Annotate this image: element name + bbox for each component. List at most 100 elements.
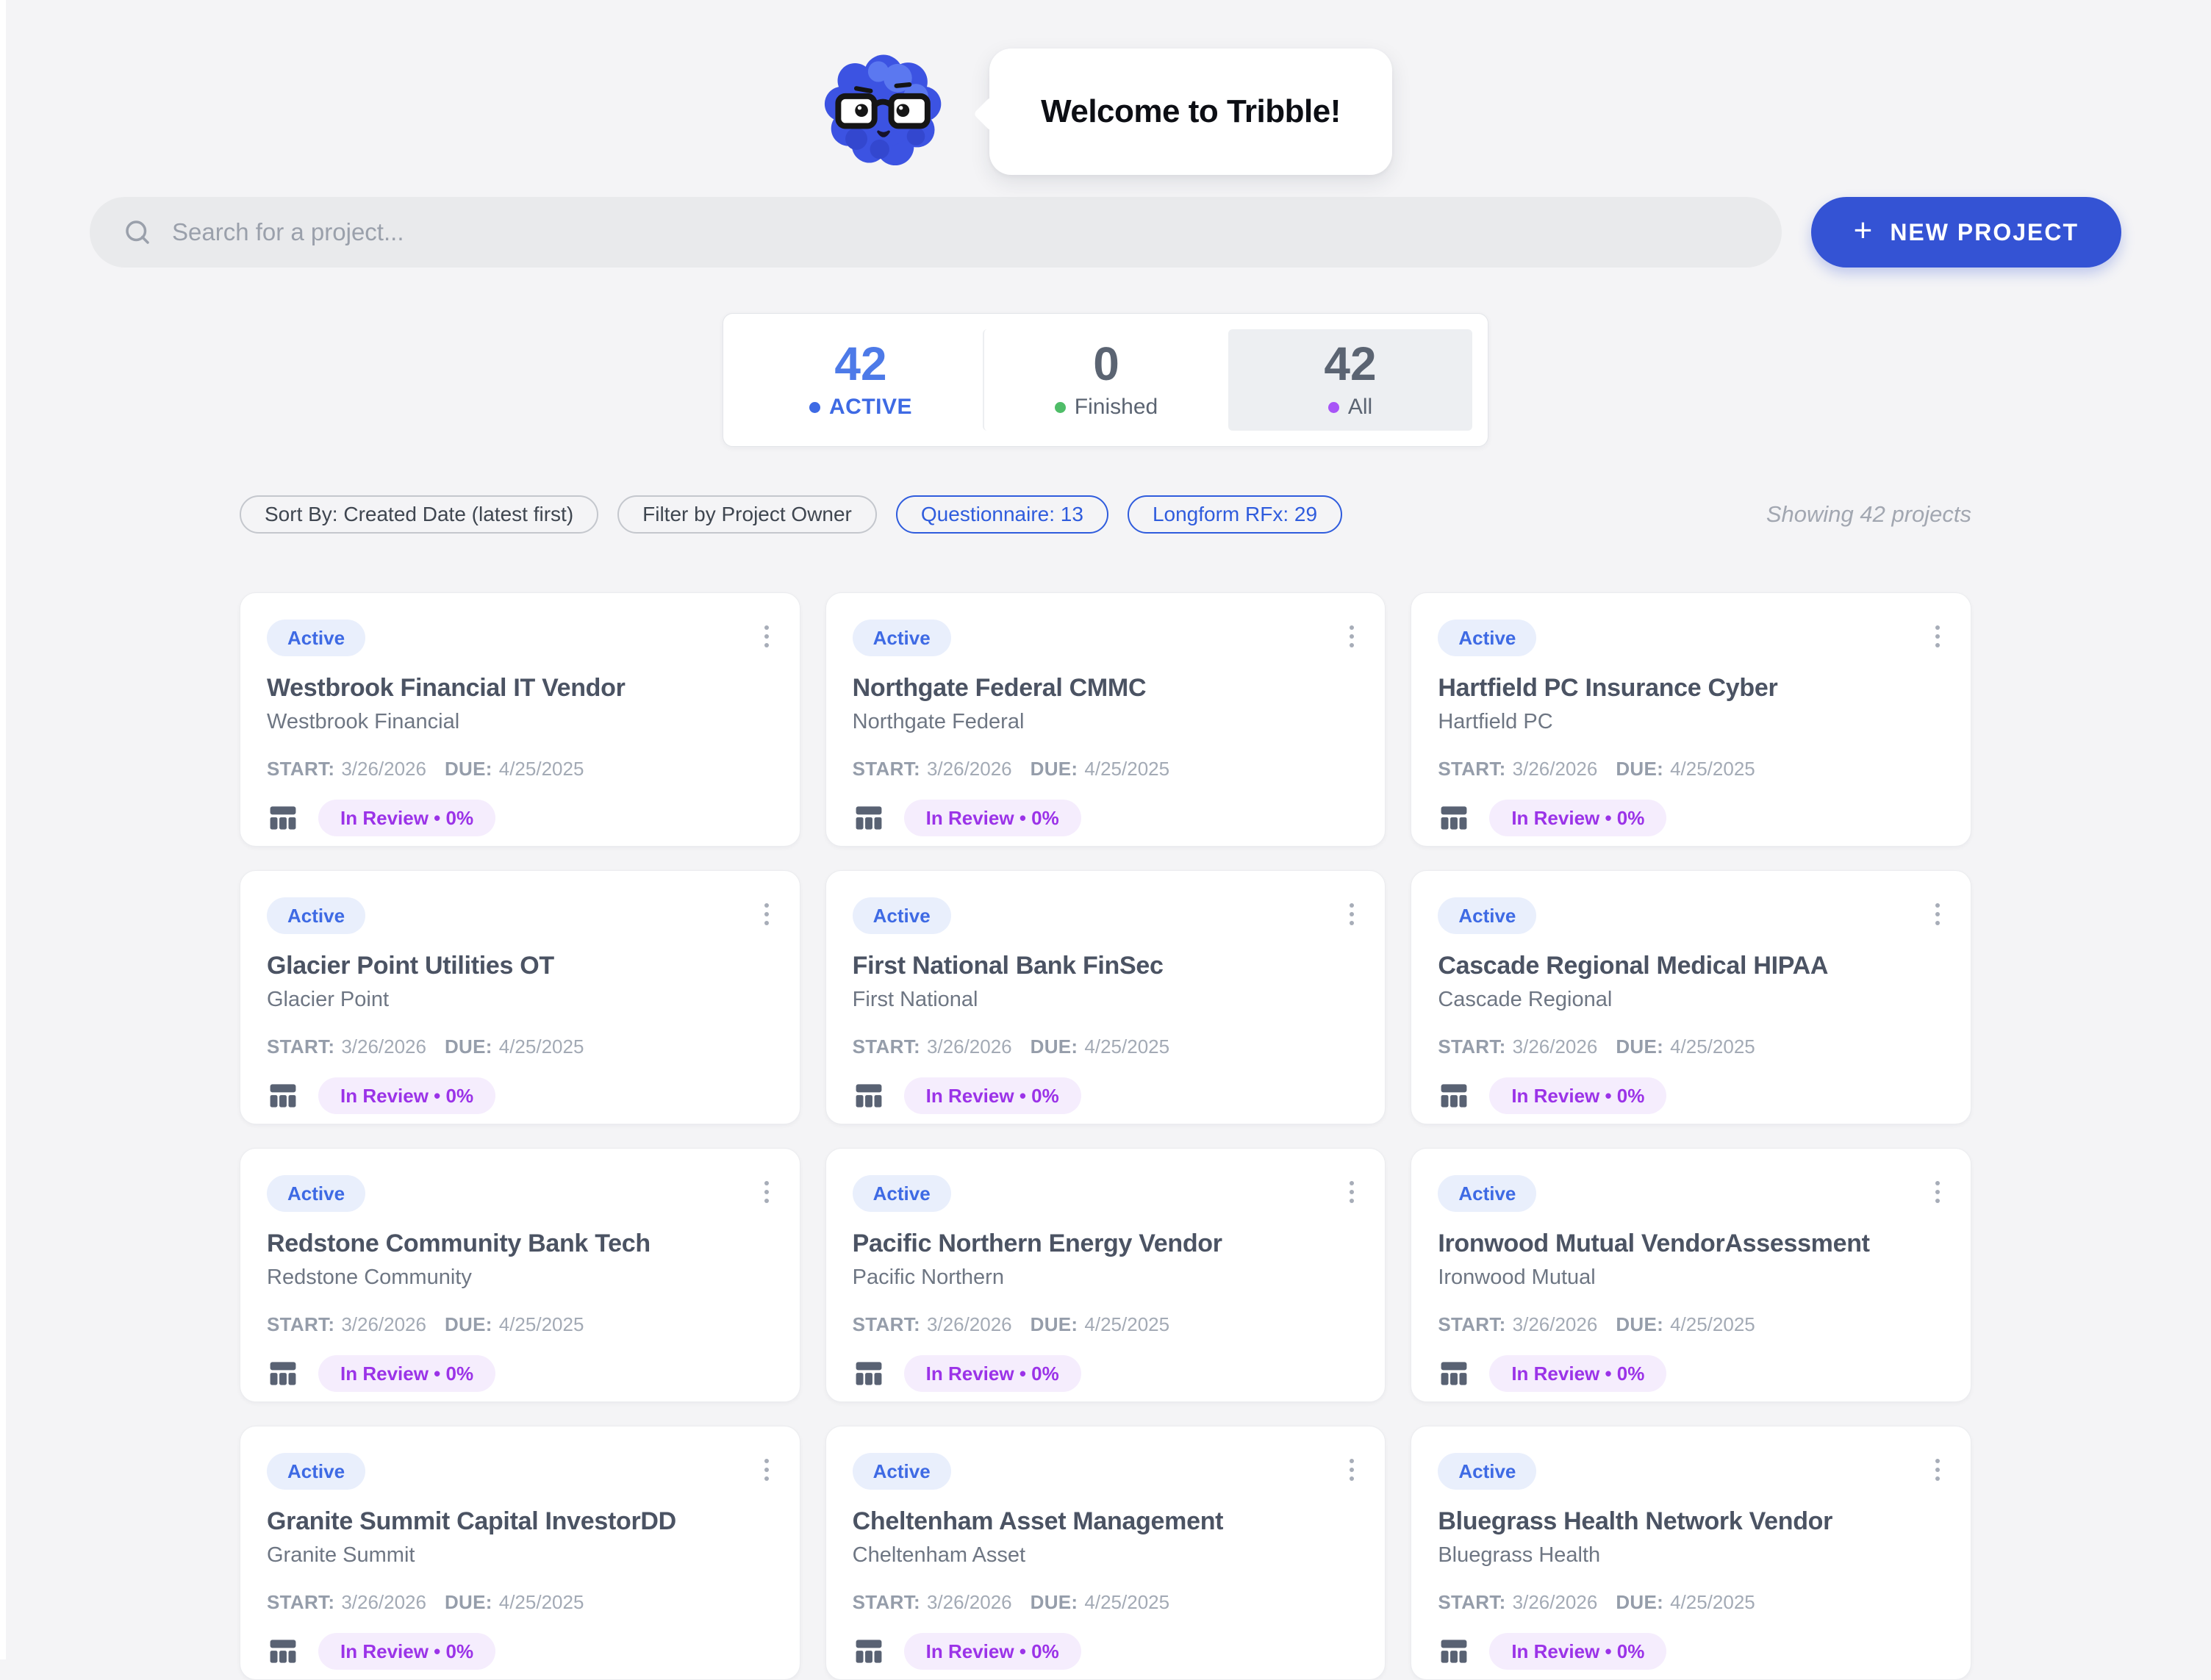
project-title: Ironwood Mutual VendorAssessment — [1438, 1230, 1944, 1258]
due-date: 4/25/2025 — [1084, 1313, 1169, 1336]
project-card[interactable]: Active Redstone Community Bank Tech Reds… — [240, 1148, 800, 1402]
start-date: 3/26/2026 — [1513, 1035, 1598, 1058]
progress-badge: In Review • 0% — [1489, 1355, 1666, 1392]
kebab-menu-icon[interactable] — [760, 620, 773, 653]
kebab-menu-icon[interactable] — [1345, 897, 1358, 931]
project-card[interactable]: Active Cheltenham Asset Management Chelt… — [825, 1426, 1386, 1680]
kebab-menu-icon[interactable] — [1345, 1175, 1358, 1209]
due-date: 4/25/2025 — [499, 758, 584, 780]
progress-badge: In Review • 0% — [318, 1077, 495, 1114]
status-badge: Active — [1438, 620, 1536, 656]
start-date: 3/26/2026 — [341, 1591, 426, 1614]
kebab-menu-icon[interactable] — [1345, 620, 1358, 653]
all-dot-icon — [1328, 402, 1339, 413]
project-title: Hartfield PC Insurance Cyber — [1438, 674, 1944, 703]
status-badge: Active — [267, 1175, 365, 1212]
project-card[interactable]: Active Glacier Point Utilities OT Glacie… — [240, 870, 800, 1124]
status-badge: Active — [853, 897, 951, 934]
start-label: START: — [267, 1035, 334, 1058]
sort-by-chip[interactable]: Sort By: Created Date (latest first) — [240, 495, 598, 534]
due-date: 4/25/2025 — [1670, 1591, 1755, 1614]
stat-active[interactable]: 42 ACTIVE — [739, 329, 983, 431]
project-card[interactable]: Active Ironwood Mutual VendorAssessment … — [1411, 1148, 1971, 1402]
project-dates: START: 3/26/2026 DUE: 4/25/2025 — [853, 1313, 1359, 1336]
due-date: 4/25/2025 — [1084, 1035, 1169, 1058]
due-label: DUE: — [445, 1035, 492, 1058]
project-subtitle: First National — [853, 988, 1359, 1012]
table-icon — [267, 1080, 299, 1112]
project-subtitle: Cheltenham Asset — [853, 1543, 1359, 1568]
start-label: START: — [267, 1313, 334, 1336]
project-card[interactable]: Active Pacific Northern Energy Vendor Pa… — [825, 1148, 1386, 1402]
project-card[interactable]: Active Cascade Regional Medical HIPAA Ca… — [1411, 870, 1971, 1124]
kebab-menu-icon[interactable] — [1931, 1175, 1944, 1209]
start-date: 3/26/2026 — [927, 758, 1012, 780]
table-icon — [1438, 1357, 1470, 1390]
longform-rfx-filter-chip[interactable]: Longform RFx: 29 — [1128, 495, 1342, 534]
kebab-menu-icon[interactable] — [760, 897, 773, 931]
project-card[interactable]: Active Bluegrass Health Network Vendor B… — [1411, 1426, 1971, 1680]
due-date: 4/25/2025 — [499, 1313, 584, 1336]
project-card[interactable]: Active Granite Summit Capital InvestorDD… — [240, 1426, 800, 1680]
plus-icon: + — [1854, 215, 1874, 247]
stat-active-value: 42 — [834, 340, 886, 387]
project-title: First National Bank FinSec — [853, 952, 1359, 980]
due-date: 4/25/2025 — [499, 1591, 584, 1614]
start-label: START: — [1438, 1313, 1505, 1336]
stat-finished-label: Finished — [1075, 395, 1158, 420]
stat-all[interactable]: 42 All — [1228, 329, 1472, 431]
table-icon — [267, 1357, 299, 1390]
filter-owner-chip[interactable]: Filter by Project Owner — [617, 495, 877, 534]
due-label: DUE: — [1031, 758, 1078, 780]
kebab-menu-icon[interactable] — [760, 1175, 773, 1209]
stat-all-label: All — [1348, 395, 1372, 420]
project-dates: START: 3/26/2026 DUE: 4/25/2025 — [267, 1035, 773, 1058]
status-badge: Active — [853, 620, 951, 656]
project-dates: START: 3/26/2026 DUE: 4/25/2025 — [853, 758, 1359, 780]
project-card[interactable]: Active First National Bank FinSec First … — [825, 870, 1386, 1124]
kebab-menu-icon[interactable] — [1931, 897, 1944, 931]
search-row: + NEW PROJECT — [90, 197, 2121, 268]
start-label: START: — [267, 758, 334, 780]
kebab-menu-icon[interactable] — [760, 1453, 773, 1487]
project-card[interactable]: Active Northgate Federal CMMC Northgate … — [825, 592, 1386, 847]
kebab-menu-icon[interactable] — [1345, 1453, 1358, 1487]
stat-active-label: ACTIVE — [829, 395, 912, 420]
table-icon — [1438, 1080, 1470, 1112]
project-subtitle: Redstone Community — [267, 1266, 773, 1290]
table-icon — [1438, 1635, 1470, 1668]
project-dates: START: 3/26/2026 DUE: 4/25/2025 — [1438, 1035, 1944, 1058]
project-card[interactable]: Active Westbrook Financial IT Vendor Wes… — [240, 592, 800, 847]
progress-badge: In Review • 0% — [1489, 800, 1666, 836]
search-input[interactable] — [172, 197, 1764, 268]
due-date: 4/25/2025 — [1670, 1313, 1755, 1336]
stat-finished-value: 0 — [1093, 340, 1119, 387]
project-subtitle: Cascade Regional — [1438, 988, 1944, 1012]
project-dates: START: 3/26/2026 DUE: 4/25/2025 — [1438, 758, 1944, 780]
tribble-mascot-logo — [819, 47, 948, 176]
stat-finished[interactable]: 0 Finished — [983, 329, 1228, 431]
project-title: Cascade Regional Medical HIPAA — [1438, 952, 1944, 980]
due-date: 4/25/2025 — [1670, 758, 1755, 780]
stats-section: 42 ACTIVE 0 Finished 42 All — [0, 313, 2211, 447]
project-title: Redstone Community Bank Tech — [267, 1230, 773, 1258]
table-icon — [1438, 802, 1470, 834]
hero-header: Welcome to Tribble! — [0, 0, 2211, 176]
status-badge: Active — [267, 1453, 365, 1490]
project-subtitle: Hartfield PC — [1438, 710, 1944, 734]
finished-dot-icon — [1055, 402, 1066, 413]
kebab-menu-icon[interactable] — [1931, 620, 1944, 653]
project-dates: START: 3/26/2026 DUE: 4/25/2025 — [1438, 1591, 1944, 1614]
project-search-bar[interactable] — [90, 197, 1782, 268]
project-card[interactable]: Active Hartfield PC Insurance Cyber Hart… — [1411, 592, 1971, 847]
stat-all-value: 42 — [1324, 340, 1376, 387]
project-dates: START: 3/26/2026 DUE: 4/25/2025 — [853, 1035, 1359, 1058]
progress-badge: In Review • 0% — [318, 1355, 495, 1392]
new-project-button[interactable]: + NEW PROJECT — [1811, 197, 2121, 268]
questionnaire-filter-chip[interactable]: Questionnaire: 13 — [896, 495, 1108, 534]
kebab-menu-icon[interactable] — [1931, 1453, 1944, 1487]
start-date: 3/26/2026 — [927, 1591, 1012, 1614]
progress-badge: In Review • 0% — [904, 1633, 1081, 1670]
start-label: START: — [1438, 1591, 1505, 1614]
project-card-grid: Active Westbrook Financial IT Vendor Wes… — [240, 592, 1971, 1680]
